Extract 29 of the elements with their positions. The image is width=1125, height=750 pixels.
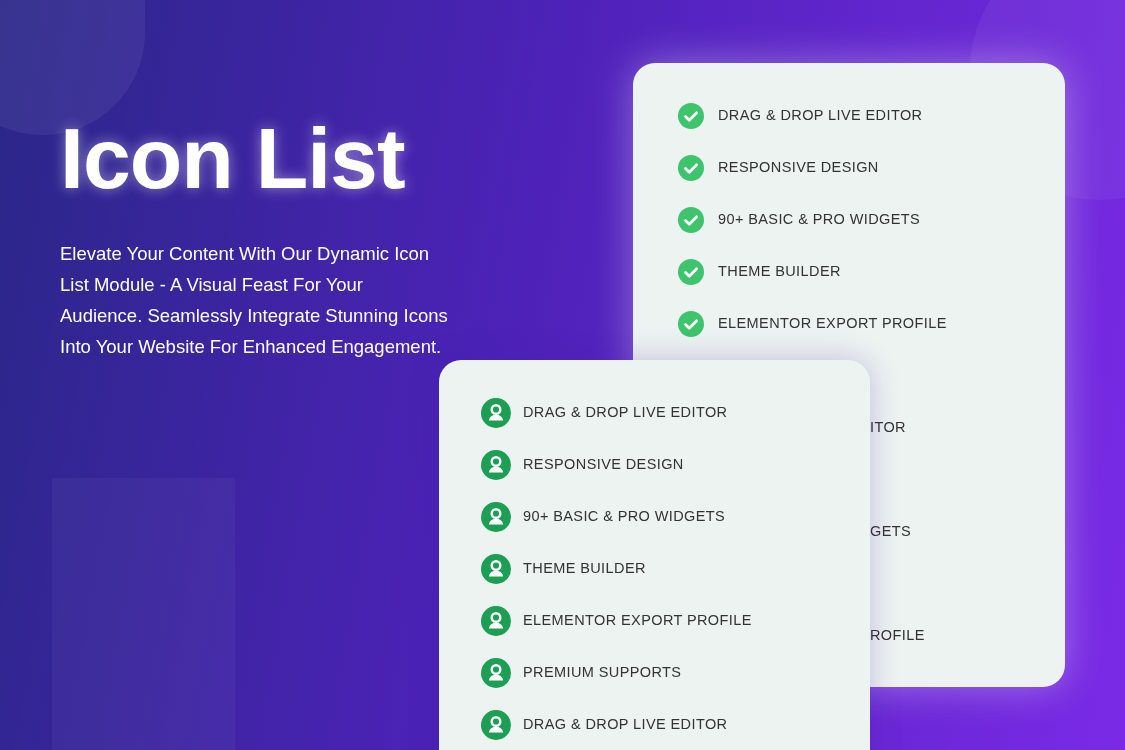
feature-label: RESPONSIVE DESIGN [523,455,684,475]
feature-label: ELEMENTOR EXPORT PROFILE [523,611,752,631]
user-circle-icon [481,658,511,688]
hero-description: Elevate Your Content With Our Dynamic Icon List Module - A Visual Feast For Your Audience. Seamlessly Integrate Stunning Icons Into Your Website For Enhanced Engagement. [60,242,448,359]
check-circle-icon [678,259,704,285]
feature-label: THEME BUILDER [718,262,841,282]
user-circle-icon [481,502,511,532]
feature-label: ELEMENTOR EXPORT PROFILE [718,314,947,334]
feature-label: THEME BUILDER [523,559,646,579]
user-circle-icon [481,710,511,740]
feature-label: 90+ BASIC & PRO WIDGETS [523,507,726,527]
feature-label: GETS [870,522,912,542]
feature-label: RESPONSIVE DESIGN [718,158,879,178]
hero-title: Icon List [60,109,406,208]
feature-label: 90+ BASIC & PRO WIDGETS [718,210,921,230]
check-circle-icon [678,207,704,233]
check-circle-icon [678,155,704,181]
user-circle-icon [481,398,511,428]
feature-label: DRAG & DROP LIVE EDITOR [718,106,923,126]
feature-label: DRAG & DROP LIVE EDITOR [523,403,728,423]
check-circle-icon [678,103,704,129]
feature-label: ITOR [870,418,906,438]
user-circle-icon [481,606,511,636]
feature-label: ROFILE [870,626,925,646]
check-circle-icon [678,311,704,337]
feature-label: DRAG & DROP LIVE EDITOR [523,715,728,735]
feature-label: PREMIUM SUPPORTS [523,663,682,683]
user-circle-icon [481,450,511,480]
user-circle-icon [481,554,511,584]
